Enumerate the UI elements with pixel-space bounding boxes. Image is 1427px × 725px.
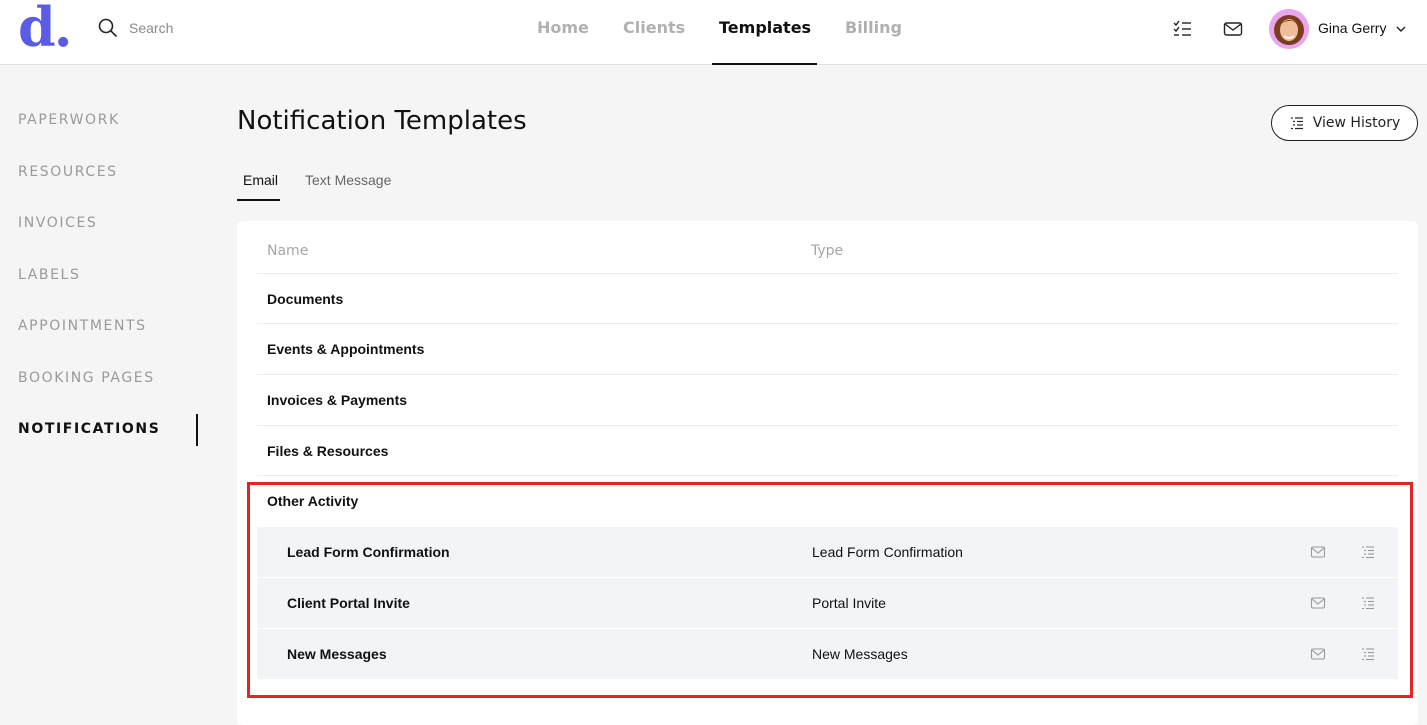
template-name: New Messages	[287, 646, 387, 662]
mail-icon[interactable]	[1310, 544, 1326, 560]
nav-templates[interactable]: Templates	[719, 0, 811, 65]
nav-active-indicator	[712, 63, 817, 65]
row-divider	[257, 475, 1398, 476]
sidebar-item-appointments[interactable]: APPOINTMENTS	[18, 318, 147, 334]
sidebar-item-notifications[interactable]: NOTIFICATIONS	[18, 421, 160, 437]
mail-icon[interactable]	[1310, 595, 1326, 611]
sidebar-item-paperwork[interactable]: PAPERWORK	[18, 112, 120, 128]
tab-email[interactable]: Email	[243, 172, 278, 188]
tab-active-indicator	[237, 199, 280, 201]
sidebar-item-labels[interactable]: LABELS	[18, 267, 80, 283]
history-list-icon[interactable]	[1360, 595, 1376, 611]
search-icon	[98, 18, 118, 38]
group-events-appointments[interactable]: Events & Appointments	[267, 341, 424, 357]
sidebar-item-invoices[interactable]: INVOICES	[18, 215, 97, 231]
row-divider	[257, 374, 1398, 375]
template-type: Lead Form Confirmation	[812, 544, 963, 560]
app-logo[interactable]: d.	[18, 0, 73, 54]
checklist-icon[interactable]	[1171, 18, 1193, 40]
template-type: New Messages	[812, 646, 908, 662]
sidebar-item-booking-pages[interactable]: BOOKING PAGES	[18, 370, 155, 386]
group-files-resources[interactable]: Files & Resources	[267, 443, 388, 459]
group-invoices-payments[interactable]: Invoices & Payments	[267, 392, 407, 408]
nav-billing[interactable]: Billing	[845, 0, 902, 65]
search-box[interactable]	[98, 17, 269, 39]
column-header-type: Type	[811, 243, 844, 259]
view-history-button[interactable]: View History	[1271, 105, 1418, 141]
chevron-down-icon[interactable]	[1395, 23, 1407, 35]
sidebar-active-indicator	[196, 414, 198, 446]
row-divider	[257, 425, 1398, 426]
history-list-icon[interactable]	[1360, 646, 1376, 662]
sidebar-item-resources[interactable]: RESOURCES	[18, 164, 118, 180]
avatar[interactable]	[1269, 9, 1309, 49]
group-other-activity[interactable]: Other Activity	[267, 493, 358, 509]
nav-home[interactable]: Home	[537, 0, 589, 65]
template-name: Client Portal Invite	[287, 595, 410, 611]
history-list-icon[interactable]	[1360, 544, 1376, 560]
search-input[interactable]	[129, 20, 269, 36]
view-history-label: View History	[1312, 115, 1401, 131]
nav-clients[interactable]: Clients	[623, 0, 685, 65]
mail-icon[interactable]	[1310, 646, 1326, 662]
column-header-name: Name	[267, 243, 309, 259]
avatar-image	[1269, 9, 1309, 49]
page-title: Notification Templates	[237, 106, 527, 136]
row-divider	[257, 323, 1398, 324]
mail-icon[interactable]	[1222, 18, 1244, 40]
template-type: Portal Invite	[812, 595, 886, 611]
user-name[interactable]: Gina Gerry	[1318, 20, 1386, 36]
history-list-icon	[1290, 117, 1303, 130]
template-name: Lead Form Confirmation	[287, 544, 450, 560]
row-divider	[257, 273, 1398, 274]
tab-text-message[interactable]: Text Message	[305, 172, 391, 188]
top-bar: d. Home Clients Templates Billing Gina G…	[0, 0, 1427, 65]
group-documents[interactable]: Documents	[267, 291, 343, 307]
